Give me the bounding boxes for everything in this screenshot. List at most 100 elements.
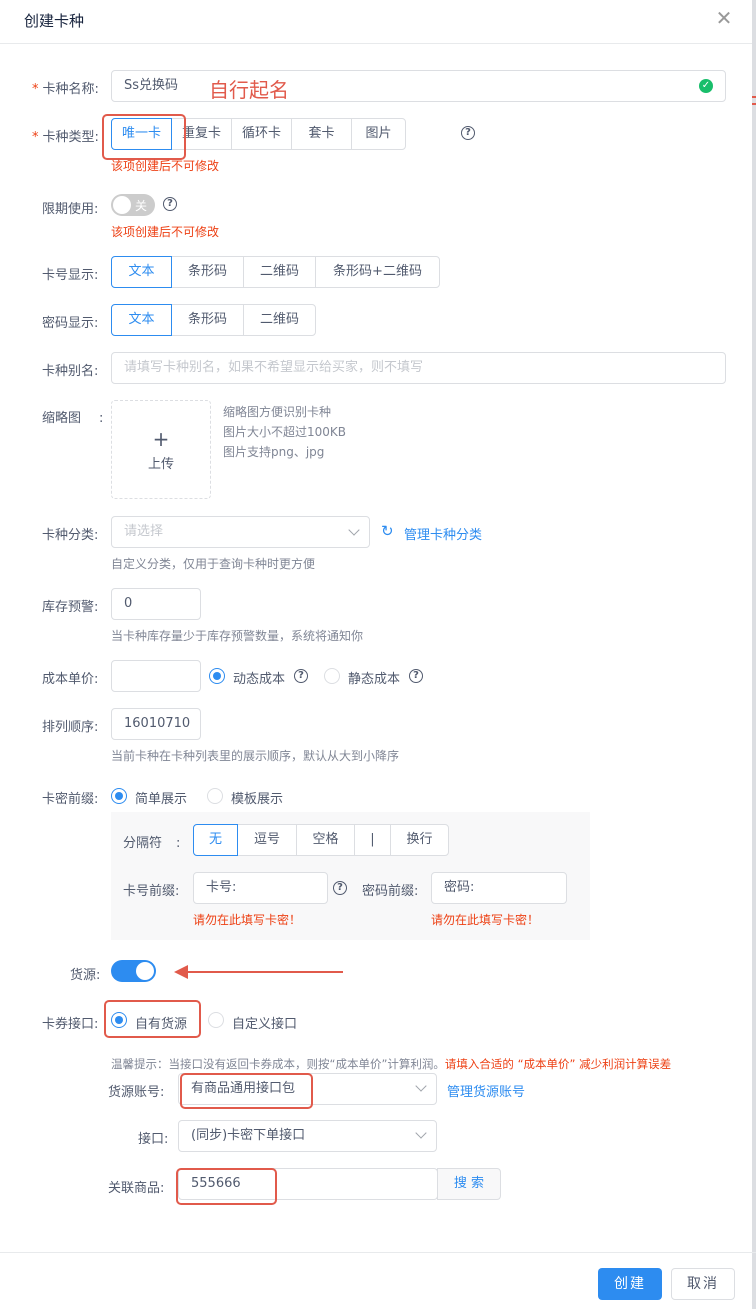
thumbnail-tip: 图片支持png、jpg [223,445,325,459]
sort-order-input[interactable]: 16010710 [111,708,201,740]
static-cost-label: 静态成本 [348,672,401,687]
linked-product-label: 关联商品: [108,1181,165,1196]
help-icon[interactable]: ? [163,197,177,211]
card-type-hint: 该项创建后不可修改 [111,159,220,173]
card-type-set[interactable]: 套卡 [291,118,352,150]
annotation-arrow-head [174,965,188,979]
card-prefix-label: 卡号前缀: [123,884,180,899]
toggle-knob [136,962,154,980]
card-number-qrcode[interactable]: 二维码 [243,256,316,288]
api-select[interactable]: (同步)卡密下单接口 [178,1120,437,1152]
card-number-display-label: 卡号显示: [42,268,99,283]
refresh-icon[interactable]: ↻ [381,522,394,540]
separator-comma[interactable]: 逗号 [237,824,297,856]
time-limit-label: 限期使用: [42,202,99,217]
card-number-display-group: 文本 条形码 二维码 条形码+二维码 [111,256,440,288]
stock-warning-label: 库存预警: [42,600,99,615]
plus-icon: + [152,427,170,451]
help-icon[interactable]: ? [461,126,475,140]
separator-group: 无 逗号 空格 | 换行 [193,824,449,856]
unit-cost-label: 成本单价: [42,672,99,687]
check-circle-icon: ✓ [699,79,713,93]
card-name-input[interactable]: Ss兑换码 [111,70,726,102]
linked-product-input[interactable]: 555666 [178,1168,438,1200]
source-account-label: 货源账号: [108,1085,165,1100]
dialog-title: 创建卡种 [24,12,85,30]
sort-order-label: 排列顺序: [42,720,99,735]
card-number-text[interactable]: 文本 [111,256,172,288]
category-label: 卡种分类: [42,528,99,543]
card-type-label: * 卡种类型: [32,130,99,145]
separator-pipe[interactable]: | [354,824,391,856]
interface-label: 卡券接口: [42,1017,99,1032]
password-text[interactable]: 文本 [111,304,172,336]
card-type-group: 唯一卡 重复卡 循环卡 套卡 图片 [111,118,406,150]
dialog-footer: 创建 取消 [0,1252,756,1309]
search-button[interactable]: 搜 索 [437,1168,501,1200]
manage-category-link[interactable]: 管理卡种分类 [404,524,482,543]
template-display-label: 模板展示 [231,792,284,807]
card-prefix-input[interactable]: 卡号: [193,872,328,904]
create-button[interactable]: 创建 [598,1268,662,1300]
thumbnail-label: 缩略图: [42,411,104,426]
thumbnail-tip: 图片大小不超过100KB [223,425,347,439]
password-display-label: 密码显示: [42,316,99,331]
source-toggle[interactable] [111,960,156,982]
prefix-label: 卡密前缀: [42,792,99,807]
dynamic-cost-radio[interactable] [209,668,225,684]
own-source-radio[interactable] [111,1012,127,1028]
strip-mark [752,96,756,98]
thumbnail-tip: 缩略图方便识别卡种 [223,405,332,419]
name-label: * 卡种名称: [32,82,99,97]
template-display-radio[interactable] [207,788,223,804]
source-label: 货源: [70,968,101,983]
upload-text: 上传 [147,457,174,472]
password-prefix-label: 密码前缀: [362,884,419,899]
upload-box[interactable]: + 上传 [111,400,211,499]
custom-interface-radio[interactable] [208,1012,224,1028]
time-limit-hint: 该项创建后不可修改 [111,225,220,239]
warm-tip: 温馨提示：当接口没有返回卡券成本，则按“成本单价”计算利润。请填入合适的 “成本… [111,1057,672,1071]
password-display-group: 文本 条形码 二维码 [111,304,316,336]
separator-newline[interactable]: 换行 [390,824,449,856]
separator-none[interactable]: 无 [193,824,238,856]
simple-display-label: 简单展示 [135,792,188,807]
alias-label: 卡种别名: [42,364,99,379]
strip-mark [752,103,756,105]
password-barcode[interactable]: 条形码 [171,304,244,336]
name-annotation: 自行起名 [209,78,289,102]
source-account-select[interactable]: 有商品通用接口包 [178,1073,437,1105]
toggle-knob [113,196,131,214]
card-number-barcode-qrcode[interactable]: 条形码+二维码 [315,256,440,288]
cancel-button[interactable]: 取消 [671,1268,735,1300]
category-select[interactable]: 请选择 [111,516,370,548]
password-prefix-input[interactable]: 密码: [431,872,567,904]
card-type-image[interactable]: 图片 [351,118,406,150]
category-hint: 自定义分类，仅用于查询卡种时更方便 [111,557,316,571]
password-qrcode[interactable]: 二维码 [243,304,316,336]
separator-space[interactable]: 空格 [296,824,355,856]
stock-warning-input[interactable]: 0 [111,588,201,620]
help-icon[interactable]: ? [294,669,308,683]
help-icon[interactable]: ? [409,669,423,683]
manage-source-account-link[interactable]: 管理货源账号 [447,1081,525,1100]
close-icon[interactable]: ✕ [712,6,736,30]
unit-cost-input[interactable] [111,660,201,692]
custom-interface-label: 自定义接口 [232,1017,298,1032]
help-icon[interactable]: ? [333,881,347,895]
card-type-unique[interactable]: 唯一卡 [111,118,172,150]
card-type-repeat[interactable]: 重复卡 [171,118,232,150]
time-limit-toggle[interactable]: 关 [111,194,155,216]
alias-input[interactable]: 请填写卡种别名，如果不希望显示给买家，则不填写 [111,352,726,384]
card-number-barcode[interactable]: 条形码 [171,256,244,288]
card-type-cycle[interactable]: 循环卡 [231,118,292,150]
stock-warning-hint: 当卡种库存量少于库存预警数量，系统将通知你 [111,629,364,643]
dynamic-cost-label: 动态成本 [233,672,286,687]
own-source-label: 自有货源 [135,1017,188,1032]
separator-label: 分隔符: [123,836,181,851]
annotation-arrow-line [176,971,343,973]
password-prefix-hint: 请勿在此填写卡密！ [431,913,540,927]
static-cost-radio[interactable] [324,668,340,684]
simple-display-radio[interactable] [111,788,127,804]
toggle-text: 关 [135,199,148,213]
